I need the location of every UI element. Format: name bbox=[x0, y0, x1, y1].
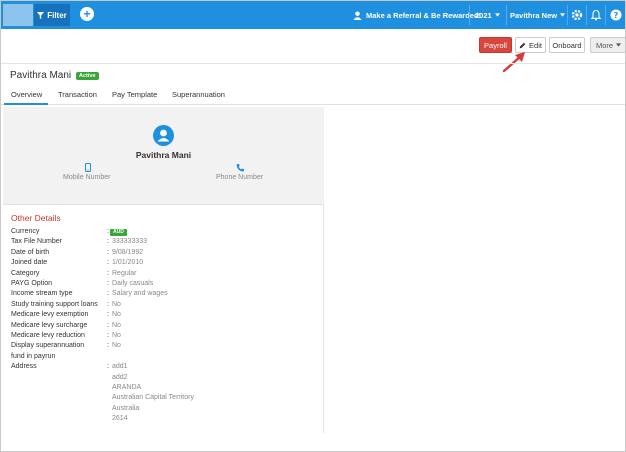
top-navigation-bar: Filter + Make a Referral & Be Rewarded! … bbox=[1, 1, 625, 29]
employee-name: Pavithra Mani bbox=[10, 70, 72, 81]
svg-text:?: ? bbox=[614, 11, 619, 20]
detail-colon: : bbox=[107, 332, 109, 339]
filter-label: Filter bbox=[47, 10, 67, 20]
address-line: add2 bbox=[112, 373, 128, 381]
address-line: ARANDA bbox=[112, 384, 142, 391]
avatar bbox=[153, 125, 174, 146]
filter-button[interactable]: Filter bbox=[34, 4, 70, 26]
detail-label: Joined date bbox=[11, 259, 48, 267]
detail-value: 333333333 bbox=[112, 238, 148, 246]
detail-value: 1/01/2010 bbox=[112, 259, 144, 267]
detail-value: Daily casuals bbox=[112, 280, 154, 287]
profile-card: Pavithra Mani Mobile Number Phone Number bbox=[3, 107, 324, 205]
phone-icon bbox=[236, 164, 244, 172]
detail-value: No bbox=[112, 342, 121, 350]
detail-colon: : bbox=[107, 280, 109, 287]
filter-icon bbox=[37, 11, 45, 19]
separator bbox=[605, 5, 606, 25]
detail-label: Category bbox=[11, 269, 40, 277]
detail-label: Display superannuation bbox=[11, 342, 85, 350]
detail-colon: : bbox=[107, 248, 109, 256]
section-title: Other Details bbox=[11, 213, 61, 223]
user-icon bbox=[353, 10, 362, 20]
tab-superannuation[interactable]: Superannuation bbox=[172, 90, 225, 99]
onboard-button[interactable]: Onboard bbox=[549, 37, 585, 53]
employee-overview-panel: Pavithra Mani Mobile Number Phone Number… bbox=[3, 107, 324, 433]
detail-label: Address bbox=[11, 363, 37, 371]
separator bbox=[586, 5, 587, 25]
active-tab-indicator bbox=[4, 103, 48, 105]
add-button[interactable]: + bbox=[80, 7, 94, 21]
tab-pay-template[interactable]: Pay Template bbox=[112, 90, 157, 99]
address-line: Australian Capital Territory bbox=[112, 394, 194, 402]
user-dropdown[interactable]: Pavithra New bbox=[510, 1, 566, 29]
tab-overview[interactable]: Overview bbox=[11, 90, 42, 99]
mobile-phone-icon bbox=[85, 163, 91, 172]
address-line: add1 bbox=[112, 363, 128, 371]
detail-colon: : bbox=[107, 342, 109, 350]
detail-value: No bbox=[112, 332, 121, 339]
detail-label: Medicare levy reduction bbox=[11, 332, 85, 339]
year-label: 2021 bbox=[475, 10, 492, 20]
detail-colon: : bbox=[107, 300, 109, 308]
detail-label: Medicare levy exemption bbox=[11, 311, 89, 319]
detail-label: Currency bbox=[11, 228, 40, 235]
detail-label: Income stream type bbox=[11, 290, 73, 298]
phone-number-label: Phone Number bbox=[216, 174, 264, 181]
app-window: Filter + Make a Referral & Be Rewarded! … bbox=[0, 0, 626, 452]
detail-value: 9/08/1992 bbox=[112, 248, 144, 256]
user-icon bbox=[157, 129, 170, 142]
detail-value: No bbox=[112, 300, 121, 308]
detail-value: No bbox=[112, 321, 121, 329]
separator bbox=[469, 5, 470, 25]
address-line: Australia bbox=[112, 404, 140, 412]
detail-label-continuation: fund in payrun bbox=[11, 352, 56, 360]
detail-label: Date of birth bbox=[11, 248, 50, 256]
status-badge: Active bbox=[76, 72, 99, 80]
detail-colon: : bbox=[107, 238, 109, 246]
pencil-icon bbox=[519, 42, 526, 48]
annotation-arrow-icon bbox=[502, 52, 525, 73]
year-dropdown[interactable]: 2021 bbox=[475, 1, 500, 29]
user-label: Pavithra New bbox=[510, 10, 558, 20]
detail-colon: : bbox=[107, 363, 109, 371]
detail-value: Salary and wages bbox=[112, 290, 168, 298]
edit-label: Edit bbox=[529, 40, 542, 50]
detail-label: Study training support loans bbox=[11, 300, 98, 308]
chevron-down-icon bbox=[494, 13, 500, 17]
more-label: More bbox=[595, 40, 614, 50]
mobile-number-label: Mobile Number bbox=[63, 174, 111, 181]
address-line: 2614 bbox=[112, 415, 128, 423]
more-dropdown[interactable]: More bbox=[590, 37, 625, 53]
detail-colon: : bbox=[107, 269, 109, 277]
detail-colon: : bbox=[107, 228, 109, 235]
tab-transaction[interactable]: Transaction bbox=[58, 90, 97, 99]
currency-badge: AUD bbox=[110, 229, 127, 236]
detail-colon: : bbox=[107, 321, 109, 329]
detail-value: Regular bbox=[112, 269, 137, 277]
gear-icon[interactable] bbox=[571, 9, 583, 21]
detail-colon: : bbox=[107, 259, 109, 267]
detail-label: Medicare levy surcharge bbox=[11, 321, 88, 329]
app-logo[interactable] bbox=[3, 4, 33, 26]
detail-colon: : bbox=[107, 290, 109, 298]
referral-link[interactable]: Make a Referral & Be Rewarded! bbox=[353, 1, 481, 29]
profile-name: Pavithra Mani bbox=[135, 150, 192, 160]
tab-bar: Overview Transaction Pay Template Supera… bbox=[1, 85, 625, 105]
help-icon[interactable]: ? bbox=[610, 9, 622, 21]
detail-value: No bbox=[112, 311, 121, 319]
separator bbox=[506, 5, 507, 25]
detail-label: Tax File Number bbox=[11, 238, 62, 246]
referral-label: Make a Referral & Be Rewarded! bbox=[366, 10, 482, 20]
detail-colon: : bbox=[107, 311, 109, 319]
separator bbox=[567, 5, 568, 25]
detail-label: PAYG Option bbox=[11, 280, 52, 287]
chevron-down-icon bbox=[560, 13, 566, 17]
chevron-down-icon bbox=[616, 43, 622, 47]
divider bbox=[1, 63, 625, 64]
bell-icon[interactable] bbox=[590, 9, 602, 21]
